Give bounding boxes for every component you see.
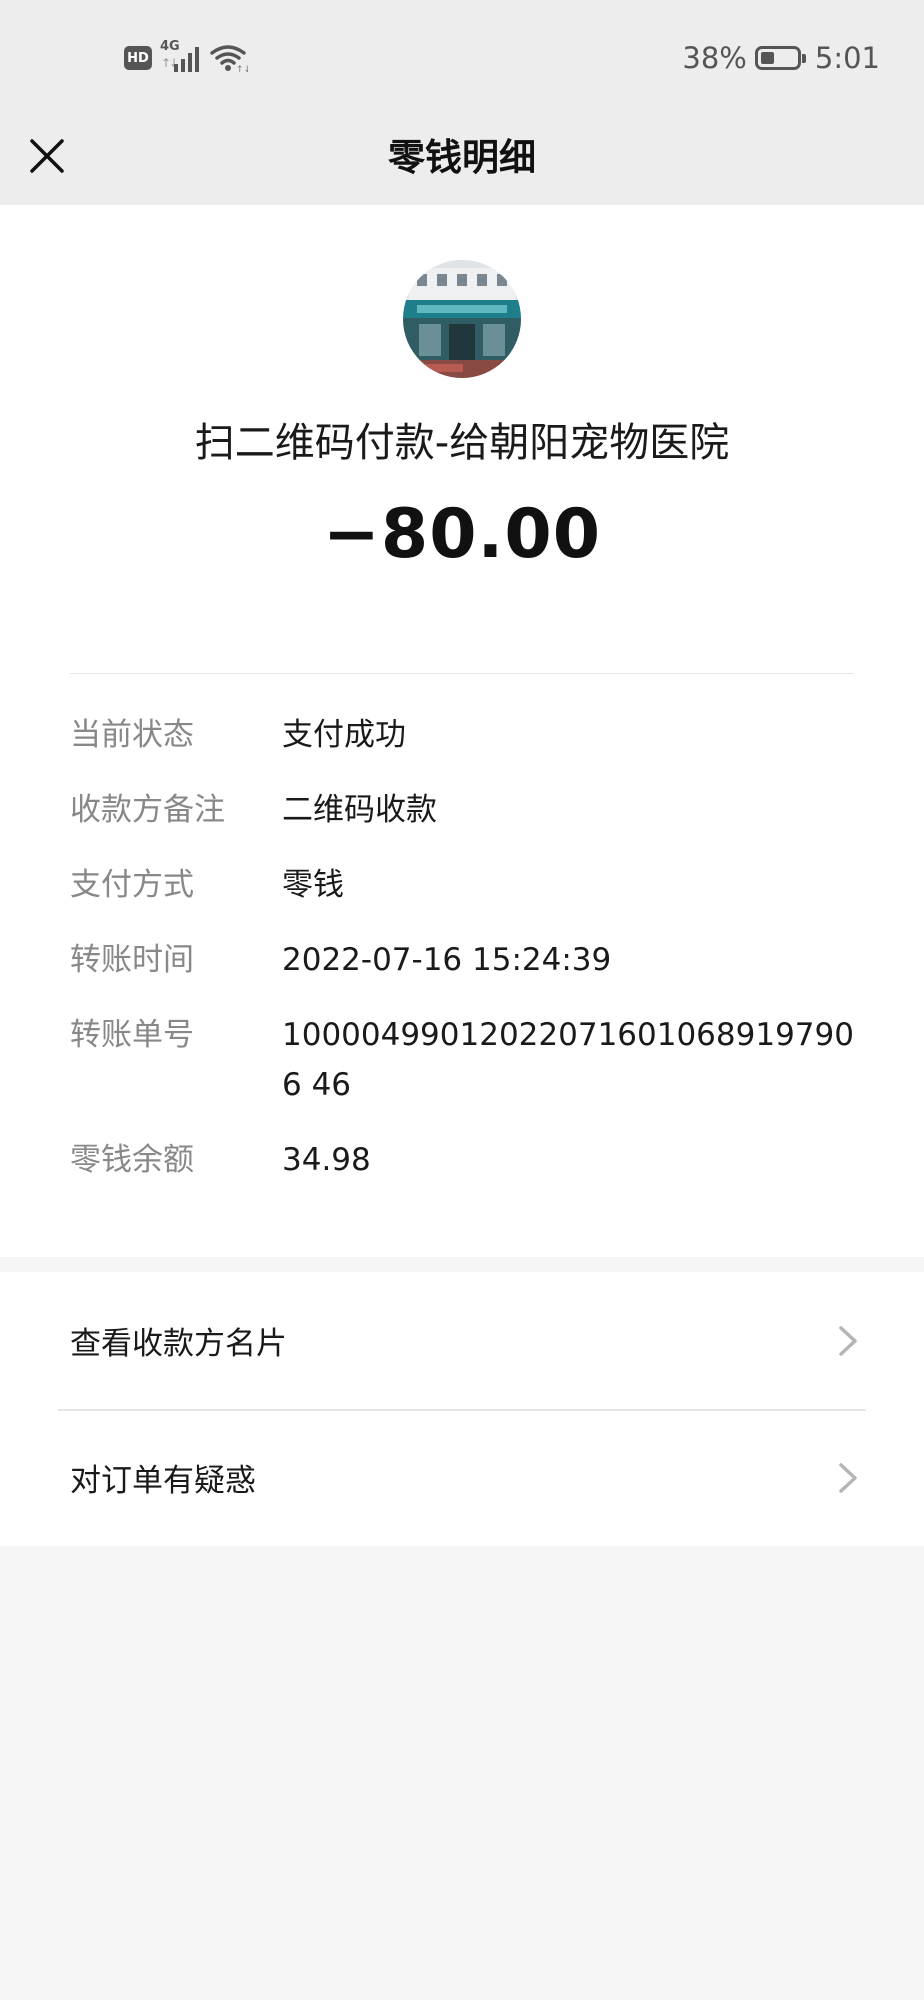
detail-label: 转账时间 [70, 942, 194, 978]
detail-value: 2022-07-16 15:24:39 [282, 942, 612, 978]
status-right: 38% 5:01 [682, 40, 880, 76]
merchant-avatar[interactable] [403, 260, 521, 378]
status-left: HD 4G ↑↓ ↑↓ [124, 39, 251, 76]
detail-label: 收款方备注 [70, 792, 225, 828]
action-menu: 查看收款方名片 对订单有疑惑 [0, 1272, 924, 1546]
signal-bars [174, 47, 199, 72]
detail-row-payment-method: 支付方式 零钱 [70, 865, 860, 910]
page-title: 零钱明细 [388, 136, 536, 179]
detail-row-transfer-number: 转账单号 100004990120220716010689197906 46 [70, 1015, 860, 1110]
hd-badge: HD [124, 46, 152, 70]
chevron-right-icon [839, 1325, 857, 1356]
status-bar: HD 4G ↑↓ ↑↓ 38% 5:01 [0, 0, 924, 115]
svg-text:↑↓: ↑↓ [236, 65, 248, 73]
merchant-title: 扫二维码付款-给朝阳宠物医院 [194, 420, 730, 466]
wifi-icon: ↑↓ [208, 43, 251, 75]
battery-fill [760, 52, 774, 64]
menu-item-label: 对订单有疑惑 [70, 1463, 256, 1499]
divider [70, 673, 854, 674]
storefront-image [403, 260, 521, 378]
detail-value: 34.98 [282, 1142, 371, 1178]
order-question-button[interactable]: 对订单有疑惑 [0, 1409, 924, 1546]
detail-row-status: 当前状态 支付成功 [70, 715, 860, 760]
detail-value: 支付成功 [282, 717, 406, 753]
transaction-amount: −80.00 [322, 495, 602, 574]
nav-bar: 零钱明细 [0, 115, 924, 205]
detail-list: 当前状态 支付成功 收款方备注 二维码收款 支付方式 零钱 转账时间 2022-… [70, 715, 860, 1215]
transaction-card: 扫二维码付款-给朝阳宠物医院 −80.00 当前状态 支付成功 收款方备注 二维… [0, 205, 924, 1257]
detail-row-transfer-time: 转账时间 2022-07-16 15:24:39 [70, 940, 860, 985]
detail-row-payee-note: 收款方备注 二维码收款 [70, 790, 860, 835]
battery-percent: 38% [682, 41, 747, 75]
menu-item-label: 查看收款方名片 [70, 1326, 287, 1362]
detail-label: 当前状态 [70, 717, 194, 753]
battery-icon [754, 46, 806, 70]
chevron-right-icon [839, 1462, 857, 1493]
detail-label: 零钱余额 [70, 1142, 194, 1178]
detail-value: 二维码收款 [282, 792, 437, 828]
clock: 5:01 [814, 41, 880, 75]
detail-label: 转账单号 [70, 1017, 194, 1053]
detail-value: 100004990120220716010689197906 46 [282, 1017, 854, 1103]
detail-value: 零钱 [282, 867, 344, 903]
detail-row-balance: 零钱余额 34.98 [70, 1140, 860, 1185]
view-payee-card-button[interactable]: 查看收款方名片 [0, 1272, 924, 1409]
cellular-signal-icon: 4G ↑↓ [160, 39, 200, 74]
detail-label: 支付方式 [70, 867, 194, 903]
